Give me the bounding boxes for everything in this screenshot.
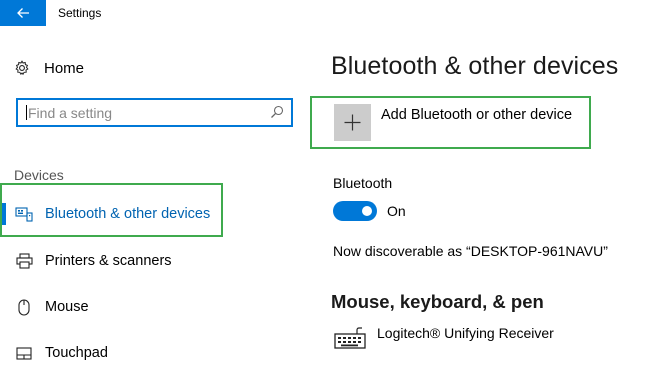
plus-icon bbox=[344, 114, 361, 131]
text-caret bbox=[26, 105, 27, 120]
devices-section-header: Devices bbox=[14, 167, 64, 183]
bluetooth-devices-icon bbox=[15, 205, 33, 223]
sidebar-item-label: Bluetooth & other devices bbox=[45, 206, 211, 222]
back-arrow-icon bbox=[17, 8, 29, 18]
toggle-knob bbox=[362, 206, 372, 216]
sidebar-item-label: Touchpad bbox=[45, 345, 108, 361]
search-input[interactable] bbox=[28, 103, 258, 122]
printer-icon bbox=[15, 252, 33, 270]
add-device-button[interactable] bbox=[334, 104, 371, 141]
sidebar-item-printers[interactable]: Printers & scanners bbox=[0, 242, 300, 280]
sidebar-item-label: Printers & scanners bbox=[45, 253, 172, 269]
home-nav-item[interactable]: Home bbox=[14, 58, 84, 78]
window-title: Settings bbox=[58, 6, 102, 20]
page-title: Bluetooth & other devices bbox=[331, 52, 619, 80]
bluetooth-label: Bluetooth bbox=[333, 175, 393, 191]
add-device-label[interactable]: Add Bluetooth or other device bbox=[381, 107, 572, 123]
gear-icon bbox=[15, 60, 29, 76]
back-button[interactable] bbox=[0, 0, 46, 26]
mouse-icon bbox=[15, 298, 33, 316]
search-box[interactable] bbox=[16, 98, 293, 127]
device-name: Logitech® Unifying Receiver bbox=[377, 325, 554, 341]
sidebar-item-bluetooth[interactable]: Bluetooth & other devices bbox=[0, 195, 300, 233]
bluetooth-toggle[interactable] bbox=[333, 201, 377, 221]
touchpad-icon bbox=[15, 344, 33, 362]
bluetooth-state-text: On bbox=[387, 203, 406, 219]
mouse-keyboard-pen-heading: Mouse, keyboard, & pen bbox=[331, 291, 544, 312]
title-bar: Settings bbox=[0, 0, 650, 26]
keyboard-icon bbox=[334, 327, 366, 349]
discoverable-text: Now discoverable as “DESKTOP-961NAVU” bbox=[333, 243, 608, 259]
sidebar-item-label: Mouse bbox=[45, 299, 89, 315]
sidebar-item-mouse[interactable]: Mouse bbox=[0, 288, 300, 326]
sidebar-item-touchpad[interactable]: Touchpad bbox=[0, 334, 300, 372]
search-icon[interactable] bbox=[270, 105, 284, 119]
home-label: Home bbox=[44, 59, 85, 77]
